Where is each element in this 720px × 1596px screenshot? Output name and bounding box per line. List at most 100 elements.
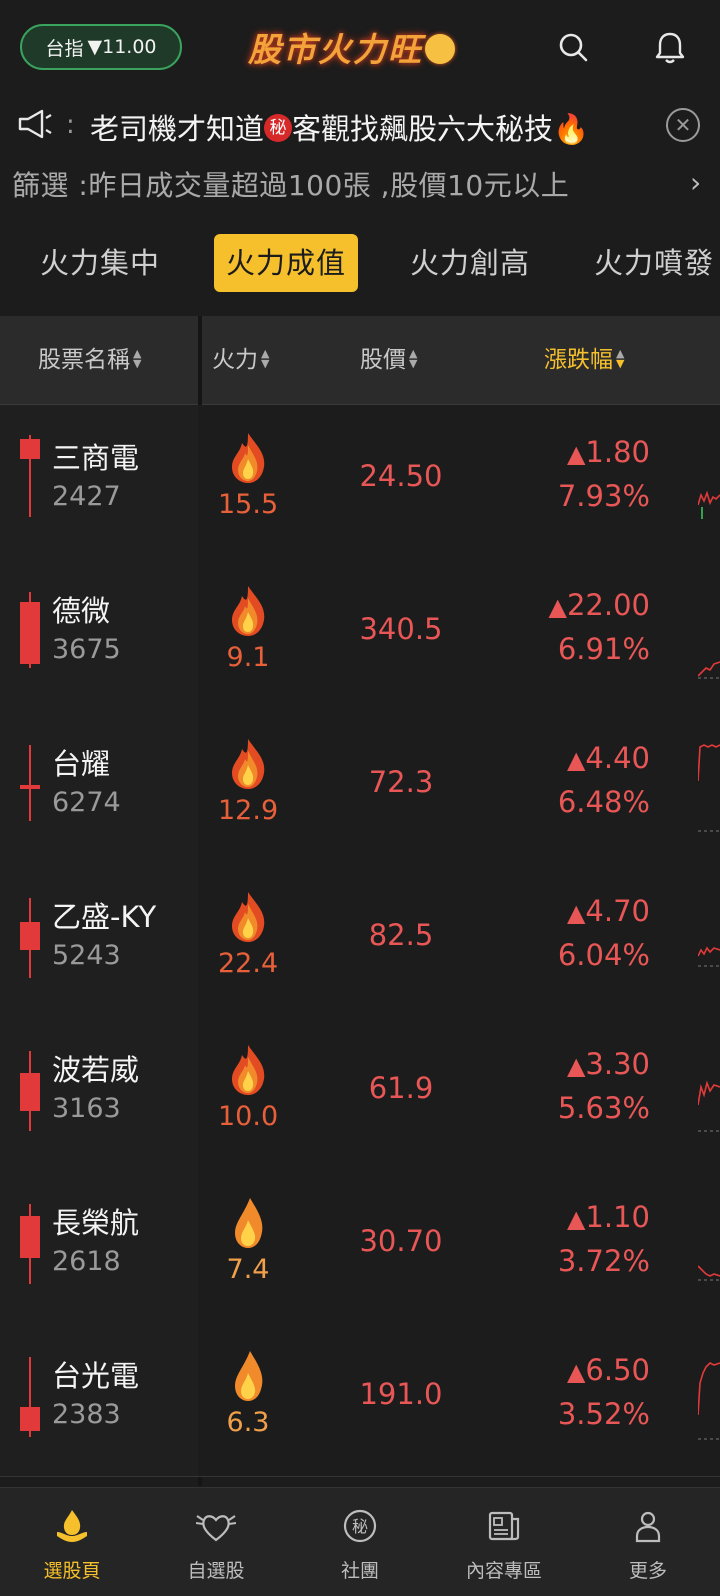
stock-price: 61.9 — [368, 1071, 434, 1105]
filter-row[interactable]: 篩選 :昨日成交量超過100張 ,股價10元以上 › — [0, 156, 720, 208]
close-announcement-button[interactable]: ✕ — [666, 108, 700, 142]
column-header-fire[interactable]: 火力 ▲ ▼ — [212, 316, 269, 404]
content-icon — [488, 1511, 520, 1541]
flame-icon — [232, 1045, 265, 1095]
column-header-name[interactable]: 股票名稱 ▲ ▼ — [38, 316, 141, 404]
search-icon — [559, 33, 588, 62]
price-change: ▲6.50 — [520, 1353, 650, 1387]
announcement-text-part1: 老司機才知道 — [90, 112, 265, 146]
percent-change: 3.72% — [557, 1244, 650, 1278]
sort-icon: ▲ ▼ — [261, 346, 270, 370]
close-icon: ✕ — [674, 113, 692, 137]
table-row[interactable]: 長榮航 2618 7.4 30.70 ▲1.10 3.72% — [0, 1170, 720, 1324]
candlestick-icon — [20, 592, 40, 668]
stock-code: 2427 — [52, 481, 121, 512]
fire-value: 6.3 — [226, 1407, 270, 1438]
price-change: ▲22.00 — [520, 588, 651, 622]
nav-label: 內容專區 — [465, 1560, 542, 1582]
stock-code: 2383 — [52, 1399, 121, 1430]
search-button[interactable] — [552, 26, 596, 70]
sparkline-chart — [698, 744, 720, 832]
price-change-value: 4.40 — [585, 741, 650, 775]
sparkline-chart — [698, 490, 720, 519]
flame-icon — [232, 433, 265, 483]
fire-value: 7.4 — [226, 1254, 270, 1285]
column-header-fire-label: 火力 — [212, 347, 258, 373]
table-row[interactable]: 德微 3675 9.1 340.5 ▲22.00 6.91% — [0, 558, 720, 712]
fire-value: 12.9 — [218, 795, 279, 826]
fire-cell: 9.1 — [218, 580, 278, 700]
megaphone-icon — [18, 109, 52, 139]
announcement-text[interactable]: 老司機才知道秘客觀找飆股六大秘技🔥 — [90, 106, 589, 148]
tab-fire-focus[interactable]: 火力集中 — [40, 234, 160, 292]
fire-cell: 10.0 — [218, 1039, 278, 1159]
announcement-text-part2: 客觀找飆股六大秘技🔥 — [292, 112, 590, 146]
stock-name: 長榮航 — [52, 1206, 140, 1240]
stock-code: 2618 — [52, 1246, 121, 1277]
svg-text:秘: 秘 — [352, 1517, 368, 1536]
percent-change: 6.91% — [557, 632, 650, 666]
name-cell: 長榮航 2618 — [0, 1170, 198, 1323]
index-change: ▼11.00 — [87, 36, 157, 58]
name-cell: 台光電 2383 — [0, 1323, 198, 1476]
stock-price: 24.50 — [359, 459, 443, 493]
stock-code: 3675 — [52, 634, 121, 665]
index-label: 台指 — [45, 37, 84, 60]
table-row[interactable]: 台耀 6274 12.9 72.3 ▲4.40 6.48% — [0, 711, 720, 865]
sort-icon: ▲ ▼ — [409, 346, 418, 370]
nav-stock-picker[interactable]: 選股頁 — [0, 1488, 144, 1596]
tab-fire-turnover[interactable]: 火力成值 — [214, 234, 359, 292]
flame-icon — [235, 1351, 263, 1401]
table-header: 股票名稱 ▲ ▼ 火力 ▲ ▼ 股價 ▲ ▼ 漲跌幅 ▲ ▼ — [0, 316, 720, 405]
fire-cell: 7.4 — [218, 1192, 278, 1312]
nav-community[interactable]: 秘 社團 — [288, 1488, 432, 1596]
price-change: ▲3.30 — [520, 1047, 650, 1081]
table-row[interactable]: 三商電 2427 15.5 24.50 ▲1.80 7.93% — [0, 405, 720, 559]
nav-more[interactable]: 更多 — [576, 1488, 720, 1596]
candlestick-icon — [20, 1204, 40, 1284]
app-title: 股市火力旺 — [248, 28, 455, 72]
up-triangle-icon: ▲ — [566, 1052, 586, 1080]
filter-text: 篩選 :昨日成交量超過100張 ,股價10元以上 — [12, 169, 570, 202]
table-row[interactable]: 波若威 3163 10.0 61.9 ▲3.30 5.63% — [0, 1017, 720, 1171]
stock-list: 三商電 2427 15.5 24.50 ▲1.80 7.93% 德微 3675 … — [0, 405, 720, 1485]
nav-content[interactable]: 內容專區 — [432, 1488, 576, 1596]
candlestick-icon — [20, 435, 40, 517]
column-header-price[interactable]: 股價 ▲ ▼ — [360, 316, 417, 404]
table-row[interactable]: 台光電 2383 6.3 191.0 ▲6.50 3.52% — [0, 1323, 720, 1477]
tab-fire-burst[interactable]: 火力噴發 — [594, 234, 714, 292]
tab-fire-new-high[interactable]: 火力創高 — [410, 234, 530, 292]
candlestick-icon — [20, 898, 40, 978]
up-triangle-icon: ▲ — [548, 593, 567, 621]
bottom-navigation: 選股頁 自選股 秘 社團 內容專區 更多 — [0, 1487, 720, 1596]
column-header-change[interactable]: 漲跌幅 ▲ ▼ — [544, 316, 624, 404]
secret-badge: 秘 — [264, 114, 293, 142]
column-header-price-label: 股價 — [360, 347, 406, 373]
nav-label: 自選股 — [187, 1560, 245, 1582]
stock-code: 5243 — [52, 940, 121, 971]
sparkline-chart — [698, 661, 720, 679]
announcement-bar[interactable]: : 老司機才知道秘客觀找飆股六大秘技🔥 — [0, 96, 720, 154]
name-cell: 乙盛-KY 5243 — [0, 864, 198, 1017]
price-change: ▲1.10 — [520, 1200, 650, 1234]
name-cell: 三商電 2427 — [0, 405, 198, 558]
table-row[interactable]: 乙盛-KY 5243 22.4 82.5 ▲4.70 6.04% — [0, 864, 720, 1018]
nav-watchlist[interactable]: 自選股 — [144, 1488, 288, 1596]
flame-icon — [232, 739, 265, 789]
index-pill[interactable]: 台指 ▼11.00 — [20, 24, 182, 70]
column-header-change-label: 漲跌幅 — [544, 347, 613, 373]
up-triangle-icon: ▲ — [566, 440, 586, 468]
nav-label: 社團 — [340, 1560, 379, 1582]
stock-name: 台光電 — [52, 1359, 140, 1393]
stock-price: 340.5 — [359, 612, 443, 646]
sort-icon: ▲ ▼ — [133, 346, 142, 370]
up-triangle-icon: ▲ — [566, 746, 586, 774]
community-icon: 秘 — [343, 1509, 377, 1543]
notification-button[interactable] — [648, 26, 692, 70]
stock-name: 德微 — [52, 594, 111, 628]
price-change-value: 22.00 — [566, 588, 650, 622]
percent-change: 3.52% — [557, 1397, 650, 1431]
stock-name: 台耀 — [52, 747, 111, 781]
candlestick-icon — [20, 1357, 40, 1437]
profile-icon — [635, 1511, 661, 1543]
